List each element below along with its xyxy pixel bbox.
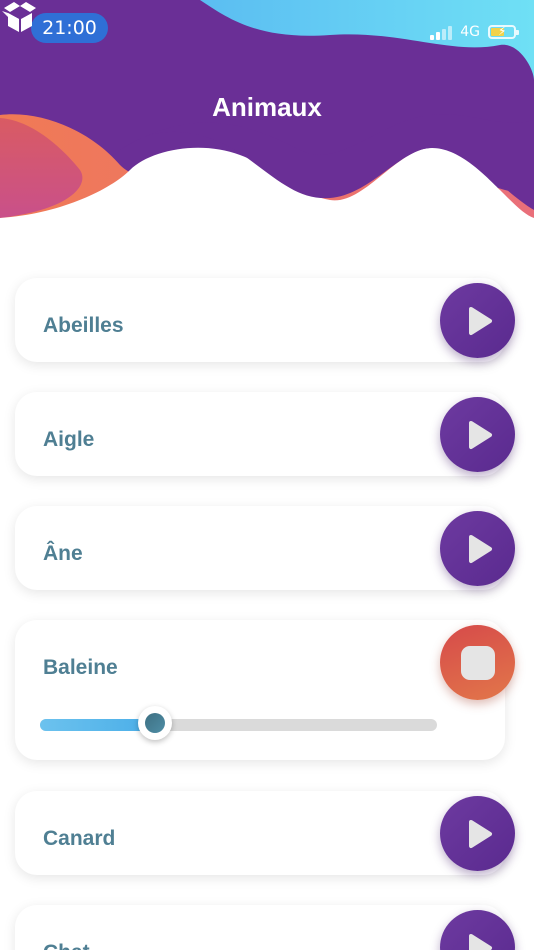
- list-item-baleine[interactable]: Baleine: [15, 620, 505, 760]
- signal-strength-icon: [430, 24, 453, 40]
- stop-icon: [460, 645, 495, 680]
- network-type: 4G: [460, 24, 480, 40]
- charging-bolt-icon: ⚡: [498, 24, 507, 38]
- status-bar-indicators: 4G ⚡: [430, 22, 519, 42]
- play-icon: [468, 420, 492, 449]
- status-time: 21:00: [31, 13, 108, 43]
- play-icon: [468, 306, 492, 335]
- list-item-ane[interactable]: Âne: [15, 506, 505, 590]
- play-icon: [468, 819, 492, 848]
- list-item-label: Aigle: [43, 428, 95, 451]
- play-button[interactable]: [440, 511, 515, 586]
- list-item-label: Canard: [43, 827, 116, 850]
- play-button[interactable]: [440, 796, 515, 871]
- open-box-icon[interactable]: [0, 0, 40, 32]
- stop-button[interactable]: [440, 625, 515, 700]
- play-icon: [468, 933, 492, 950]
- playback-slider-thumb[interactable]: [138, 706, 173, 740]
- list-item-label: Chat: [43, 941, 90, 950]
- list-item-label: Âne: [43, 542, 83, 565]
- battery-icon: ⚡: [488, 24, 519, 39]
- play-button[interactable]: [440, 283, 515, 358]
- list-item-canard[interactable]: Canard: [15, 791, 505, 875]
- play-icon: [468, 534, 492, 563]
- header-banner: 21:00 4G ⚡ Animaux: [0, 0, 534, 240]
- page-title: Animaux: [212, 92, 322, 122]
- list-item-label: Baleine: [43, 656, 118, 679]
- play-button[interactable]: [440, 397, 515, 472]
- list-item-aigle[interactable]: Aigle: [15, 392, 505, 476]
- list-item-label: Abeilles: [43, 314, 124, 337]
- playback-progress-slider[interactable]: [40, 719, 437, 731]
- list-item-abeilles[interactable]: Abeilles: [15, 278, 505, 362]
- list-item-chat[interactable]: Chat: [15, 905, 505, 950]
- slider-thumb-dot: [145, 713, 166, 733]
